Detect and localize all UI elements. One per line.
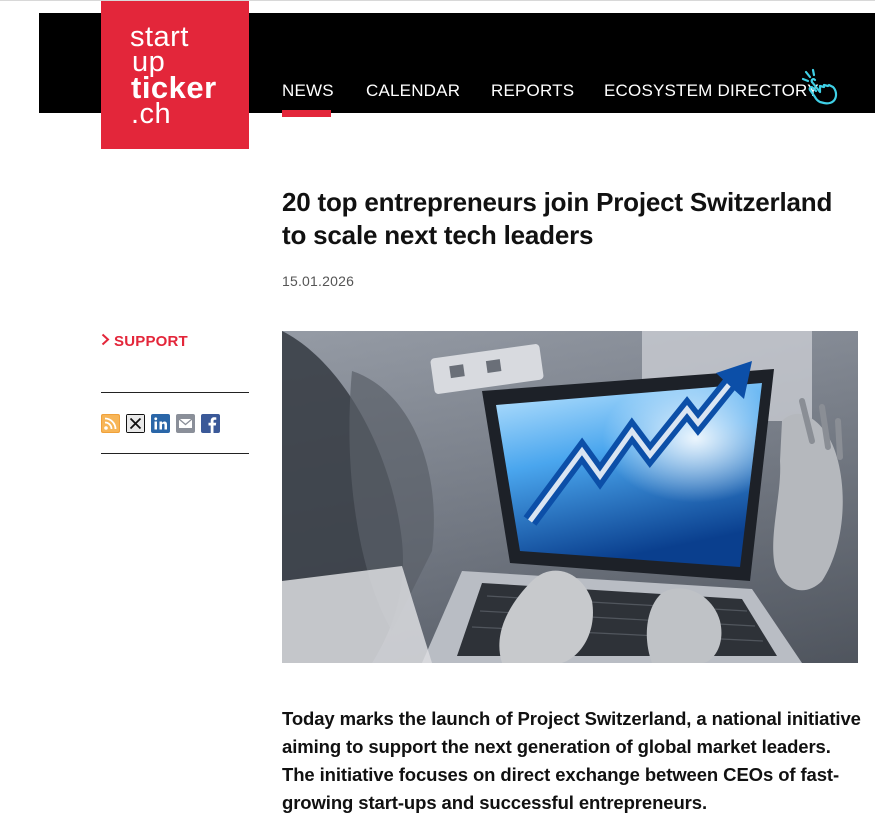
support-link[interactable]: SUPPORT <box>101 333 188 350</box>
nav-item-news[interactable]: NEWS <box>282 80 334 102</box>
x-icon[interactable] <box>126 414 145 433</box>
logo-line-ch: .ch <box>131 98 172 130</box>
article-hero-image <box>282 331 858 663</box>
sidebar-divider-top <box>101 392 249 393</box>
rss-icon[interactable] <box>101 414 120 433</box>
nav-active-indicator <box>282 110 331 117</box>
email-icon[interactable] <box>176 414 195 433</box>
sidebar-divider-bottom <box>101 453 249 454</box>
article-lead: Today marks the launch of Project Switze… <box>282 708 861 813</box>
site-logo[interactable]: start up ticker .ch <box>101 1 249 149</box>
article-date: 15.01.2026 <box>282 273 355 289</box>
nav-item-reports[interactable]: REPORTS <box>491 80 574 102</box>
chevron-right-icon <box>101 333 114 350</box>
nav-item-calendar[interactable]: CALENDAR <box>366 80 460 102</box>
article-title: 20 top entrepreneurs join Project Switze… <box>282 187 833 250</box>
linkedin-icon[interactable] <box>151 414 170 433</box>
pointing-hand-icon <box>800 68 840 106</box>
facebook-icon[interactable] <box>201 414 220 433</box>
support-label: SUPPORT <box>114 333 188 350</box>
nav-item-ecosystem-directory[interactable]: ECOSYSTEM DIRECTORY <box>604 80 819 102</box>
